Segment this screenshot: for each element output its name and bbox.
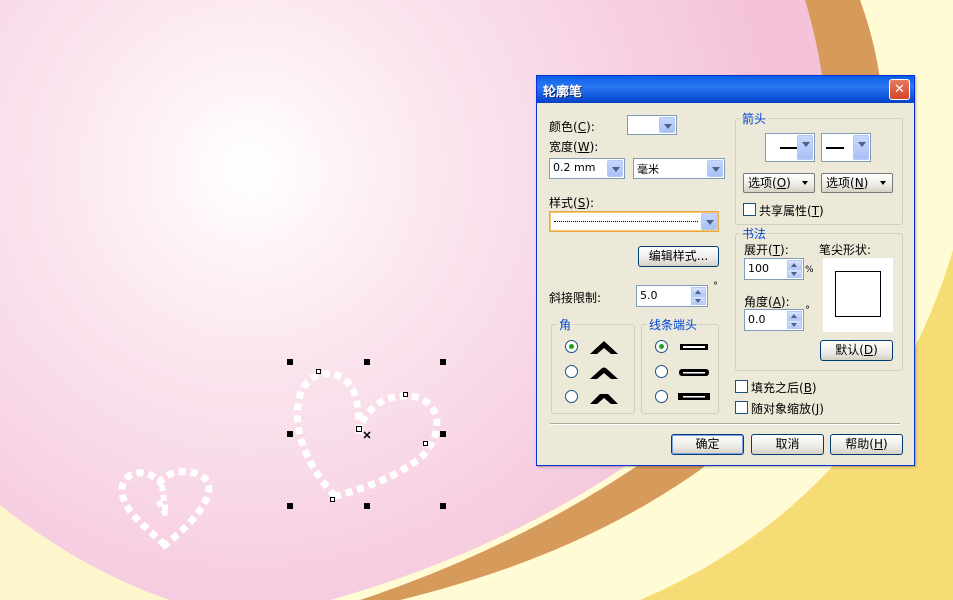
arrows-title: 箭头 [740, 110, 769, 127]
default-button[interactable]: 默认(D) [820, 340, 893, 361]
ok-button[interactable]: 确定 [671, 434, 744, 455]
spin-up-icon[interactable] [787, 311, 802, 320]
corner-miter-radio[interactable] [565, 340, 578, 353]
miter-limit-label: 斜接限制: [549, 291, 602, 305]
cap-butt-radio[interactable] [655, 340, 668, 353]
cancel-button[interactable]: 取消 [751, 434, 824, 455]
scale-with-object-checkbox[interactable] [735, 401, 748, 414]
chevron-down-icon [707, 160, 723, 177]
percent-unit: % [805, 265, 814, 275]
corner-round-radio[interactable] [565, 365, 578, 378]
dialog-titlebar[interactable]: 轮廓笔 ✕ [537, 76, 914, 103]
start-arrow-options-button[interactable]: 选项(O) [743, 173, 815, 193]
arrow-line-preview [780, 147, 798, 149]
corner-bevel-radio[interactable] [565, 390, 578, 403]
angle-degree-unit: ° [805, 305, 810, 316]
stretch-label: 展开(T): [744, 243, 789, 257]
style-label: 样式(S): [549, 196, 595, 210]
spin-down-icon[interactable] [787, 269, 802, 278]
stretch-spinner[interactable]: 100 [744, 258, 804, 280]
spin-up-icon[interactable] [691, 287, 706, 296]
outline-pen-dialog: 轮廓笔 ✕ 颜色(C): 宽度(W): 0.2 mm 毫米 样式(S): 编辑样… [536, 75, 915, 466]
color-label: 颜色(C): [549, 120, 595, 134]
end-arrow-select[interactable] [821, 133, 871, 162]
share-attributes-checkbox[interactable] [743, 203, 756, 216]
close-icon: ✕ [894, 82, 905, 97]
start-arrow-select[interactable] [765, 133, 815, 162]
width-select[interactable]: 0.2 mm [549, 158, 625, 179]
dotted-line-preview [554, 221, 698, 222]
spin-up-icon[interactable] [787, 260, 802, 269]
corners-title: 角 [557, 316, 574, 333]
nib-square-icon [835, 271, 881, 317]
color-picker[interactable] [627, 115, 677, 135]
degree-unit: ° [713, 281, 718, 292]
corner-style-icons [590, 341, 618, 404]
chevron-down-icon [853, 135, 869, 160]
dialog-title: 轮廓笔 [543, 85, 583, 100]
round-corner-icon [590, 367, 618, 379]
share-attributes-label: 共享属性(T) [759, 204, 824, 218]
divider [550, 423, 900, 425]
cap-round-radio[interactable] [655, 365, 668, 378]
chevron-down-icon [701, 213, 717, 230]
behind-fill-checkbox[interactable] [735, 380, 748, 393]
behind-fill-label: 填充之后(B) [751, 381, 817, 395]
nib-shape-label: 笔尖形状: [819, 243, 872, 257]
calligraphy-title: 书法 [740, 225, 769, 242]
help-button[interactable]: 帮助(H) [830, 434, 903, 455]
miter-corner-icon [590, 341, 618, 354]
bevel-corner-icon [590, 394, 618, 404]
chevron-down-icon [607, 160, 623, 177]
chevron-down-icon [797, 135, 813, 160]
unit-select[interactable]: 毫米 [633, 158, 725, 179]
close-button[interactable]: ✕ [889, 79, 910, 100]
spin-down-icon[interactable] [691, 296, 706, 305]
chevron-down-icon [659, 117, 675, 133]
line-cap-icons [678, 344, 710, 400]
cap-square-radio[interactable] [655, 390, 668, 403]
width-label: 宽度(W): [549, 140, 599, 154]
line-style-select[interactable] [549, 211, 719, 232]
end-arrow-options-button[interactable]: 选项(N) [821, 173, 893, 193]
edit-style-button[interactable]: 编辑样式... [638, 246, 719, 267]
miter-limit-spinner[interactable]: 5.0 [636, 285, 708, 307]
scale-with-object-label: 随对象缩放(J) [751, 402, 824, 416]
angle-label: 角度(A): [744, 295, 790, 309]
spin-down-icon[interactable] [787, 320, 802, 329]
angle-spinner[interactable]: 0.0 [744, 309, 804, 331]
nib-shape-preview[interactable] [823, 258, 893, 332]
arrow-line-preview [826, 147, 844, 149]
line-caps-title: 线条端头 [647, 316, 700, 333]
